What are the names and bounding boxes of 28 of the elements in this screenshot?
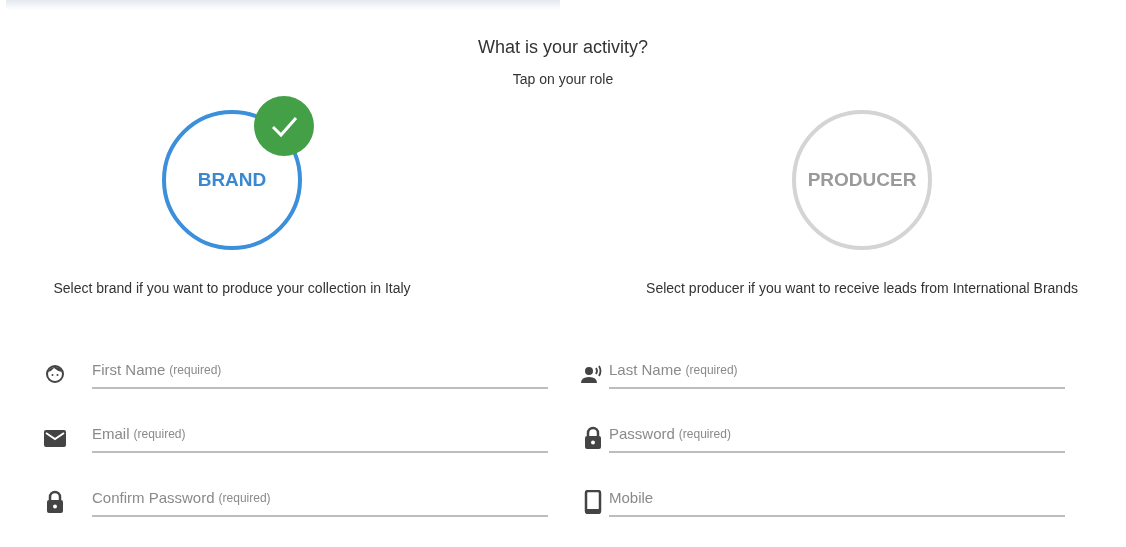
input-field[interactable]: Password (required) <box>609 423 1065 453</box>
role-description: Select brand if you want to produce your collection in Italy <box>53 279 411 298</box>
field-label: Confirm Password <box>92 488 215 508</box>
field-label: Last Name <box>609 360 682 380</box>
field-label: First Name <box>92 360 166 380</box>
face-icon <box>45 364 65 384</box>
phone-icon <box>584 490 602 514</box>
required-note: (required) <box>133 426 186 443</box>
check-icon <box>254 96 314 156</box>
page-subheading: Tap on your role <box>512 70 614 89</box>
page-heading: What is your activity? <box>477 36 649 59</box>
field-label: Mobile <box>609 488 654 508</box>
input-field[interactable]: First Name (required) <box>92 359 548 389</box>
input-field[interactable]: Mobile <box>609 487 1065 517</box>
lock-icon <box>45 490 65 514</box>
required-note: (required) <box>218 490 271 507</box>
required-note: (required) <box>169 362 222 379</box>
field-label: Email <box>92 424 130 444</box>
required-note: (required) <box>678 426 731 443</box>
mail-icon <box>43 428 67 448</box>
role-description: Select producer if you want to receive leads from International Brands <box>646 279 1078 298</box>
field-label: Password <box>609 424 675 444</box>
lock-icon <box>583 426 603 450</box>
required-note: (required) <box>685 362 738 379</box>
input-field[interactable]: Email (required) <box>92 423 548 453</box>
input-field[interactable]: Last Name (required) <box>609 359 1065 389</box>
input-field[interactable]: Confirm Password (required) <box>92 487 548 517</box>
role-option[interactable]: PRODUCER <box>792 110 932 250</box>
